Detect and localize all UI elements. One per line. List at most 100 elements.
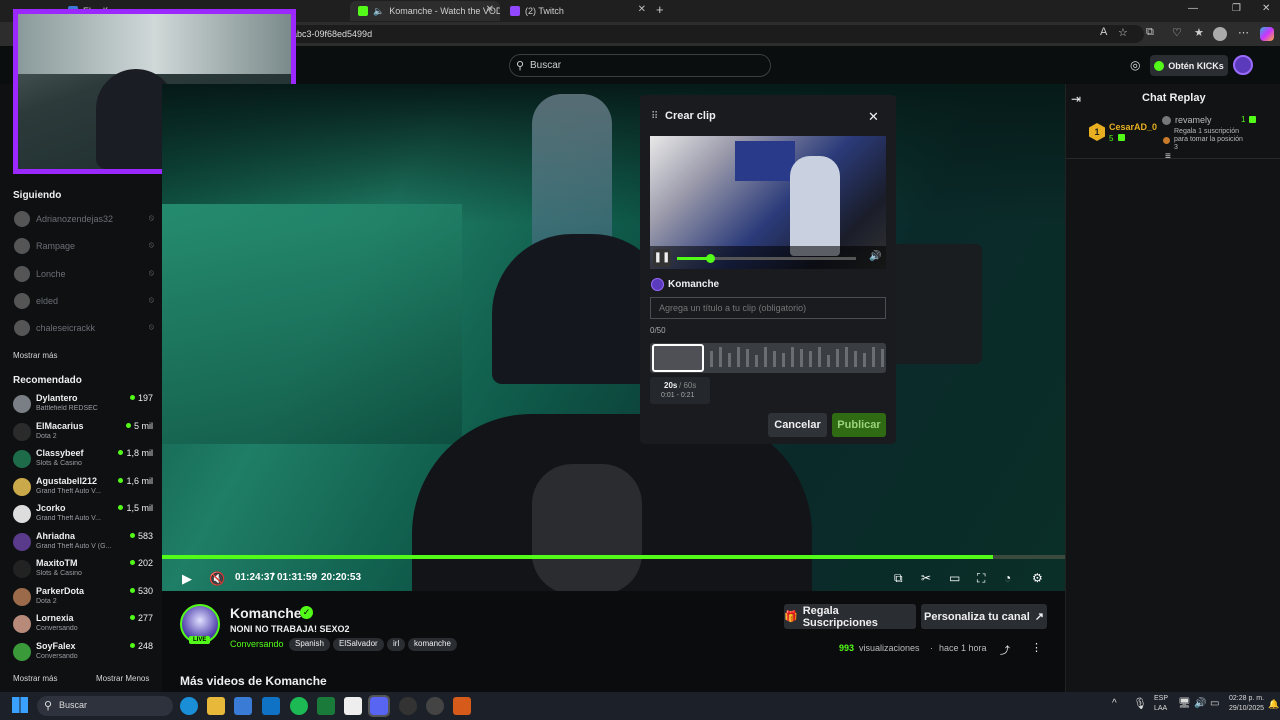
battery-icon[interactable]: ▭ <box>1210 698 1219 709</box>
recommended-item[interactable]: Ahriadna Grand Theft Auto V (G... 583 <box>13 530 153 554</box>
brave-icon[interactable] <box>453 697 471 715</box>
collapse-chat-icon[interactable]: ⇥ <box>1071 92 1081 106</box>
avatar <box>13 477 31 496</box>
preview-pause-icon[interactable]: ❚❚ <box>653 249 671 267</box>
volume-icon[interactable]: 🔊 <box>1194 698 1206 709</box>
recommended-item[interactable]: Classybeef Slots & Casino 1,8 mil <box>13 447 153 471</box>
settings-icon[interactable]: ⚙ <box>1032 571 1043 585</box>
clip-duration: 20s <box>664 381 678 390</box>
clip-icon[interactable]: ✂ <box>921 571 931 585</box>
windows-start-icon[interactable] <box>12 697 28 713</box>
following-item[interactable]: chaleseicrackk ⦸ <box>14 319 154 337</box>
excel-icon[interactable] <box>317 697 335 715</box>
following-item[interactable]: Rampage ⦸ <box>14 237 154 255</box>
following-item[interactable]: Lonche ⦸ <box>14 265 154 283</box>
recommended-item[interactable]: ParkerDota Dota 2 530 <box>13 585 153 609</box>
channel-name[interactable]: Komanche <box>230 605 302 621</box>
speed-icon[interactable]: ◔ <box>1004 571 1011 585</box>
expand-gifts-icon[interactable]: ≡ <box>1165 151 1171 162</box>
pip-mode-icon[interactable]: ⧉ <box>894 571 903 586</box>
minimize-icon[interactable]: — <box>1188 3 1198 14</box>
taskbar-time[interactable]: 02:28 p. m. <box>1229 695 1264 702</box>
store-icon[interactable] <box>234 697 252 715</box>
stream-category[interactable]: Conversando <box>230 639 284 649</box>
tray-arrow-icon[interactable]: ^ <box>1112 698 1117 709</box>
address-bar[interactable]: abc3-09f68ed5499d <box>284 25 1144 43</box>
close-tab-icon[interactable]: ✕ <box>486 4 494 15</box>
new-tab-icon[interactable]: + <box>656 2 664 17</box>
timeline-thumb <box>755 355 758 367</box>
spotify-icon[interactable] <box>290 697 308 715</box>
chat-username[interactable]: CesarAD_0 <box>1109 122 1157 132</box>
close-modal-icon[interactable]: ✕ <box>868 109 879 125</box>
profile-avatar[interactable] <box>1213 27 1227 41</box>
recommended-item[interactable]: MaxitoTM Slots & Casino 202 <box>13 557 153 581</box>
favorite-icon[interactable]: ☆ <box>1118 26 1128 39</box>
following-item[interactable]: Adrianozendejas32 ⦸ <box>14 210 154 228</box>
notification-bell-icon[interactable]: 🔔 <box>1268 699 1279 710</box>
discord-icon[interactable] <box>368 695 390 717</box>
customize-channel-button[interactable]: Personaliza tu canal ↗ <box>921 604 1047 629</box>
read-aloud-icon[interactable]: A <box>1100 26 1107 38</box>
user-avatar[interactable] <box>1233 55 1253 75</box>
recommended-item[interactable]: Jcorko Grand Theft Auto V... 1,5 mil <box>13 502 153 526</box>
outlook-icon[interactable] <box>262 697 280 715</box>
show-more-recommended[interactable]: Mostrar más <box>13 674 57 683</box>
microphone-icon[interactable]: 🎙 <box>1133 697 1147 710</box>
app-icon[interactable] <box>344 697 362 715</box>
publish-button[interactable]: Publicar <box>832 413 886 437</box>
copilot-icon[interactable] <box>1260 27 1274 41</box>
taskbar-date[interactable]: 29/10/2025 <box>1229 705 1264 712</box>
show-less-recommended[interactable]: Mostrar Menos <box>96 674 149 683</box>
lang-code[interactable]: ESP <box>1154 695 1168 702</box>
file-explorer-icon[interactable] <box>207 697 225 715</box>
clip-title-input[interactable] <box>650 297 886 319</box>
close-tab-icon[interactable]: ✕ <box>638 4 646 15</box>
gifter-name[interactable]: revamely <box>1175 115 1212 125</box>
search-input[interactable]: ⚲ Buscar <box>509 54 771 77</box>
play-icon[interactable]: ▶ <box>182 571 192 587</box>
preview-volume-icon[interactable]: 🔊 <box>869 251 881 262</box>
clip-selection-handle[interactable] <box>652 344 704 372</box>
recommended-item[interactable]: SoyFalex Conversando 248 <box>13 640 153 664</box>
close-window-icon[interactable]: ✕ <box>1262 3 1270 14</box>
cancel-button[interactable]: Cancelar <box>768 413 827 437</box>
media-player-icon[interactable] <box>426 697 444 715</box>
preview-scrubber[interactable] <box>706 254 715 263</box>
tab-twitch[interactable]: (2) Twitch ✕ <box>502 1 652 21</box>
tab-komanche[interactable]: 🔈 Komanche - Watch the VOD ✕ <box>350 1 500 21</box>
maximize-icon[interactable]: ❐ <box>1232 3 1241 14</box>
tag-spanish[interactable]: Spanish <box>289 638 330 651</box>
obs-icon[interactable] <box>399 697 417 715</box>
more-menu-icon[interactable]: ⋯ <box>1238 26 1249 39</box>
recommended-item[interactable]: ElMacarius Dota 25 mil <box>13 420 153 444</box>
following-item[interactable]: elded ⦸ <box>14 292 154 310</box>
kebab-menu-icon[interactable]: ⋮ <box>1031 641 1042 654</box>
recommended-item[interactable]: Agustabell212 Grand Theft Auto V... 1,6 mi… <box>13 475 153 499</box>
notifications-icon[interactable]: ◎ <box>1130 58 1140 72</box>
fullscreen-icon[interactable]: ⛶ <box>977 571 985 586</box>
mute-icon[interactable]: 🔇 <box>209 571 225 587</box>
collections-icon[interactable]: ★ <box>1194 26 1204 39</box>
browser-essentials-icon[interactable]: ♡ <box>1172 26 1182 39</box>
taskbar-search[interactable]: ⚲ Buscar <box>37 696 173 716</box>
share-icon[interactable]: ⤴ <box>1000 642 1010 657</box>
preview-progress-track[interactable] <box>711 257 856 260</box>
theater-mode-icon[interactable]: ▭ <box>949 571 960 585</box>
lang-layout[interactable]: LAA <box>1154 705 1167 712</box>
tag-irl[interactable]: irl <box>387 638 406 651</box>
network-icon[interactable]: 🖥 <box>1178 698 1191 709</box>
recommended-item[interactable]: Lornexia Conversando 277 <box>13 612 153 636</box>
video-player[interactable] <box>162 84 1065 591</box>
edge-icon[interactable] <box>180 697 198 715</box>
recommended-item[interactable]: Dylantero Battlefield REDSEC 197 <box>13 392 153 416</box>
gift-small-icon <box>1249 116 1256 123</box>
get-kicks-button[interactable]: Obtén KICKs <box>1150 55 1228 76</box>
extensions-icon[interactable]: ⧉ <box>1146 26 1154 39</box>
tag-elsalvador[interactable]: ElSalvador <box>333 638 384 651</box>
tag-komanche[interactable]: komanche <box>408 638 457 651</box>
show-more-following[interactable]: Mostrar más <box>13 351 57 360</box>
clip-preview[interactable]: ❚❚ 🔊 <box>650 136 886 269</box>
drag-handle-icon[interactable]: ⠿ <box>651 111 658 122</box>
gift-subs-button[interactable]: 🎁 Regala Suscripciones <box>784 604 916 629</box>
